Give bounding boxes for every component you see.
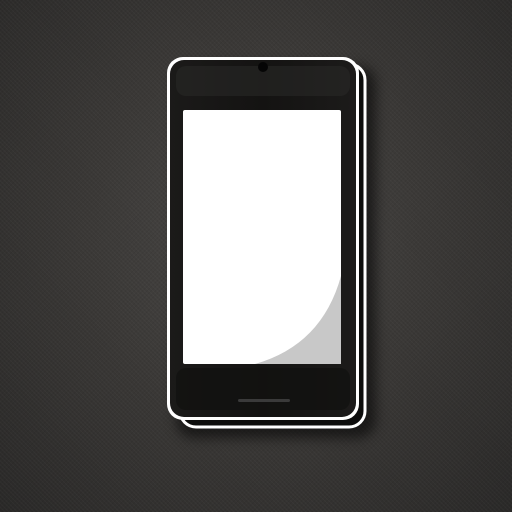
textured-background	[0, 0, 512, 512]
home-bar	[238, 399, 290, 402]
camera-icon	[258, 62, 268, 72]
bottom-bezel	[176, 368, 350, 410]
smartphone-icon	[167, 57, 376, 438]
